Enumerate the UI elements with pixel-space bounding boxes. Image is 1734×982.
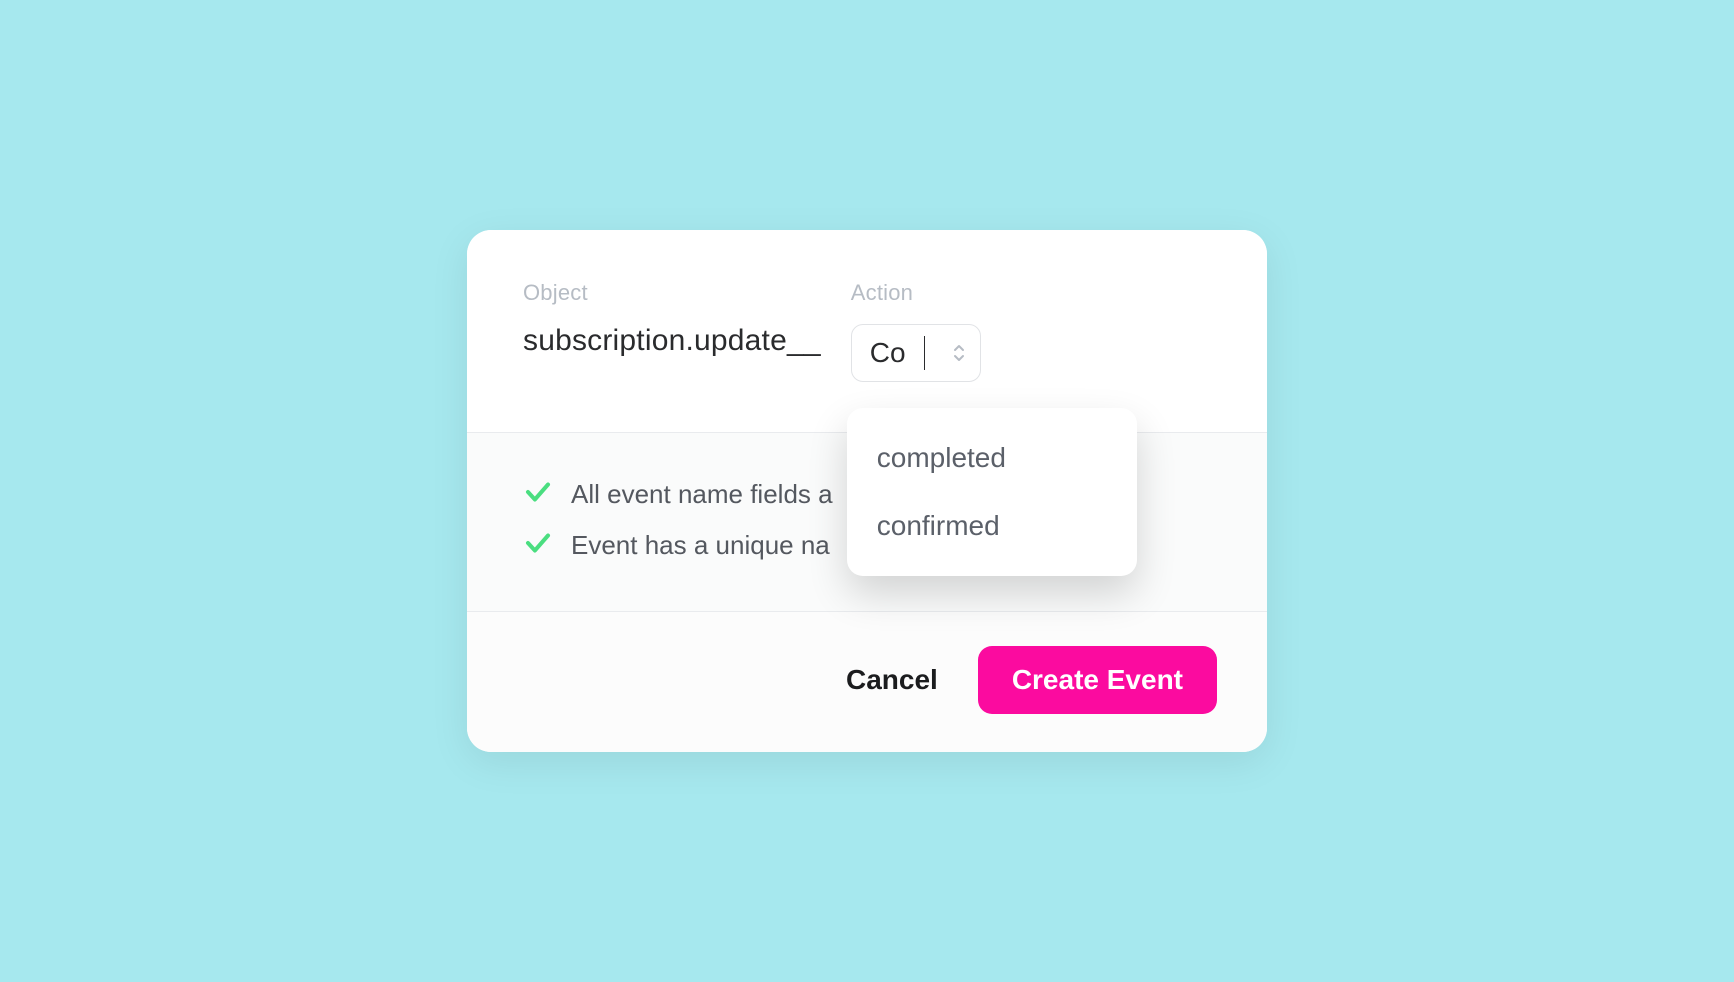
action-input[interactable] [870, 337, 926, 369]
object-value: subscription.update__ [523, 324, 821, 358]
object-label: Object [523, 280, 821, 306]
object-field-group: Object subscription.update__ [523, 280, 821, 358]
check-icon [523, 477, 553, 512]
action-dropdown: completed confirmed [847, 408, 1137, 576]
action-combobox[interactable] [851, 324, 981, 382]
dropdown-item[interactable]: completed [847, 424, 1137, 492]
text-cursor [924, 336, 926, 370]
create-event-button[interactable]: Create Event [978, 646, 1217, 714]
form-row: Object subscription.update__ Action comp… [467, 230, 1267, 432]
create-event-dialog: Object subscription.update__ Action comp… [467, 230, 1267, 752]
validation-text: Event has a unique na [571, 530, 830, 561]
action-field-group: Action completed confirmed [851, 280, 981, 382]
validation-text: All event name fields a [571, 479, 833, 510]
dropdown-item[interactable]: confirmed [847, 492, 1137, 560]
chevrons-up-down-icon [952, 343, 966, 363]
dialog-footer: Cancel Create Event [467, 611, 1267, 752]
cancel-button[interactable]: Cancel [846, 664, 938, 696]
action-label: Action [851, 280, 981, 306]
check-icon [523, 528, 553, 563]
